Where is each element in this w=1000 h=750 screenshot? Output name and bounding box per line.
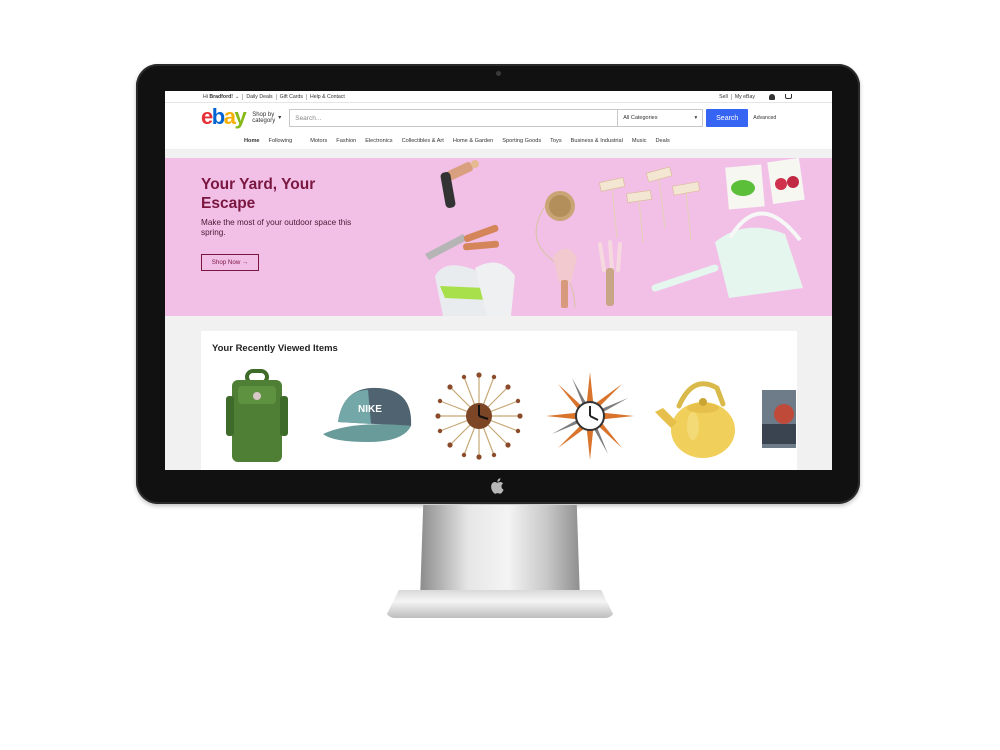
sell-link[interactable]: Sell	[719, 94, 728, 100]
nav-collectibles-art[interactable]: Collectibles & Art	[402, 138, 444, 144]
gardening-gloves-icon	[435, 262, 515, 316]
sunburst-clock-image	[434, 371, 523, 460]
plant-markers-icon	[599, 166, 701, 244]
nav-electronics[interactable]: Electronics	[365, 138, 392, 144]
pruning-shears-icon	[425, 224, 500, 260]
divider	[730, 93, 732, 100]
search-button[interactable]: Search	[706, 109, 749, 127]
category-select-value: All Categories	[623, 115, 658, 121]
nav-home-garden[interactable]: Home & Garden	[453, 138, 493, 144]
hand-fork-icon	[598, 240, 622, 306]
category-select[interactable]: All Categories ▾	[617, 109, 704, 127]
recent-item-partial[interactable]	[756, 361, 796, 470]
tea-kettle-image	[654, 380, 735, 458]
caret-down-icon: ▾	[694, 115, 698, 121]
divider	[275, 93, 277, 100]
monitor-stand-foot	[385, 590, 615, 618]
top-utility-bar: Hi Bradford! ⌄ Daily Deals Gift Cards He…	[165, 91, 832, 103]
nav-fashion[interactable]: Fashion	[336, 138, 356, 144]
category-nav: Home Following Motors Fashion Electronic…	[165, 133, 832, 150]
apple-logo-icon	[489, 478, 507, 498]
recent-item-tea-kettle[interactable]	[645, 361, 756, 470]
user-name-link[interactable]: Bradford!	[209, 94, 233, 100]
recent-item-starburst-clock[interactable]	[534, 361, 645, 470]
cart-icon[interactable]	[785, 94, 792, 99]
svg-text:NIKE: NIKE	[358, 404, 382, 415]
garden-tools-illustration	[425, 158, 805, 316]
nav-motors[interactable]: Motors	[310, 138, 327, 144]
divider	[305, 93, 307, 100]
greeting-text: Hi	[203, 93, 208, 100]
recently-viewed-section: Your Recently Viewed Items NIKE	[201, 331, 797, 470]
caret-down-icon: ▾	[278, 114, 282, 121]
recently-viewed-title: Your Recently Viewed Items	[212, 343, 338, 354]
watering-can-icon	[651, 211, 803, 298]
bell-icon[interactable]	[769, 93, 775, 100]
partial-item-image	[762, 389, 796, 448]
nav-following[interactable]: Following	[269, 138, 293, 144]
backpack-image	[225, 368, 288, 462]
hero-subtitle: Make the most of your outdoor space this…	[201, 218, 352, 237]
screen: Hi Bradford! ⌄ Daily Deals Gift Cards He…	[165, 91, 832, 470]
hero-title: Your Yard, Your Escape	[201, 176, 316, 212]
nav-business-industrial[interactable]: Business & Industrial	[571, 138, 623, 144]
advanced-search-link[interactable]: Advanced	[753, 115, 776, 121]
gift-cards-link[interactable]: Gift Cards	[280, 94, 303, 100]
starburst-clock-image	[545, 371, 634, 460]
seed-packets-icon	[725, 158, 805, 210]
trowel-icon	[553, 248, 577, 308]
search-bar: Search... All Categories ▾ Search Advanc…	[289, 109, 776, 127]
nav-music[interactable]: Music	[632, 138, 647, 144]
help-contact-link[interactable]: Help & Contact	[310, 94, 345, 100]
hose-nozzle-icon	[440, 160, 479, 208]
recent-item-cap[interactable]: NIKE	[312, 361, 423, 470]
search-input[interactable]: Search...	[289, 109, 618, 127]
my-ebay-link[interactable]: My eBay	[735, 94, 755, 100]
shop-by-category-button[interactable]: Shop by category ▾	[252, 112, 281, 125]
nav-home[interactable]: Home	[244, 138, 260, 144]
nav-deals[interactable]: Deals	[656, 138, 670, 144]
nav-sporting-goods[interactable]: Sporting Goods	[502, 138, 541, 144]
header: ebay Shop by category ▾ Search... All Ca…	[165, 103, 832, 133]
recent-item-backpack[interactable]	[201, 361, 312, 470]
hero-banner[interactable]: Your Yard, Your Escape Make the most of …	[165, 158, 832, 316]
nav-toys[interactable]: Toys	[550, 138, 562, 144]
cap-image: NIKE	[322, 387, 411, 442]
chevron-down-icon[interactable]: ⌄	[235, 94, 239, 100]
divider	[242, 93, 244, 100]
category-label: category	[252, 118, 276, 124]
recent-item-sunburst-clock[interactable]	[423, 361, 534, 470]
shop-now-button[interactable]: Shop Now →	[201, 254, 259, 271]
daily-deals-link[interactable]: Daily Deals	[246, 94, 272, 100]
ebay-logo[interactable]: ebay	[201, 105, 247, 128]
recently-viewed-carousel: NIKE	[201, 361, 797, 470]
camera-icon	[496, 71, 501, 76]
monitor-stand-neck	[420, 505, 580, 600]
